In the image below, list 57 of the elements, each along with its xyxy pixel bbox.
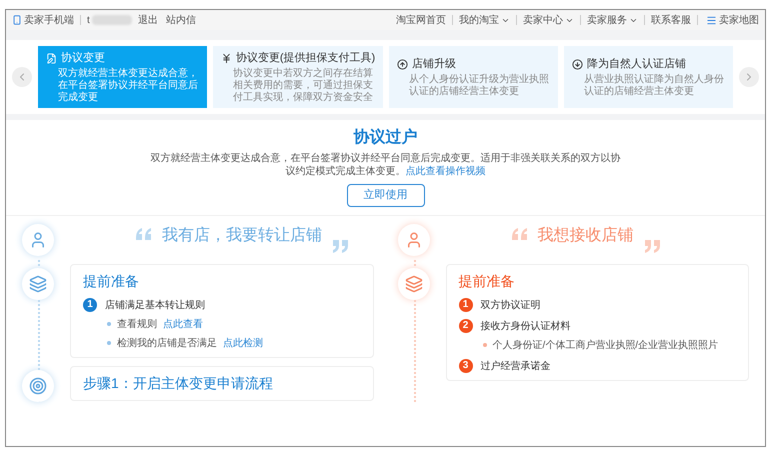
user-icon: [22, 224, 54, 256]
step-title: 提前准备: [458, 272, 516, 290]
phone-icon: [12, 15, 22, 25]
username: t: [87, 14, 90, 28]
option-description: 协议变更中若双方之间存在结算相关费用的需要，可通过担保支付工具实现，保障双方资金安全: [232, 68, 374, 104]
column-quote: 我想接收店铺: [538, 226, 634, 246]
user-icon: [398, 224, 430, 256]
hero-title: 协议过户: [354, 127, 418, 148]
nav-link[interactable]: 卖家中心: [517, 12, 580, 28]
option-icon: [397, 58, 408, 70]
layers-icon: [398, 268, 430, 300]
option-description: 双方就经营主体变更达成合意，在平台签署协议并经平台同意后完成变更: [57, 68, 199, 104]
requirement-text: 个人身份证/个体工商户营业执照/企业营业执照照片: [492, 338, 718, 352]
requirement-text: 店铺满足基本转让规则: [105, 298, 205, 312]
option-description: 从营业执照认证降为自然人身份认证的店铺经营主体变更: [583, 74, 725, 98]
option-card[interactable]: 降为自然人认证店铺 从营业执照认证降为自然人身份认证的店铺经营主体变更: [564, 46, 733, 108]
option-card[interactable]: 协议变更(提供担保支付工具) 协议变更中若双方之间存在结算相关费用的需要，可通过担保支付工具实现，保障双方资金安全: [212, 46, 384, 108]
nav-link[interactable]: 联系客服: [645, 12, 697, 28]
hero-description: 双方就经营主体变更达成合意，在平台签署协议并经平台同意后完成变更。适用于非强关联关系的双方以协议约定模式完成主体变更。点此查看操作视频: [150, 152, 620, 178]
site-map-link[interactable]: 卖家地图: [698, 12, 759, 28]
option-title: 降为自然人认证店铺: [587, 56, 686, 72]
use-now-button[interactable]: 立即使用: [346, 184, 424, 206]
step-number: 1: [458, 298, 472, 312]
layers-icon: [22, 268, 54, 300]
nav-link[interactable]: 淘宝网首页: [390, 12, 452, 28]
messages-link[interactable]: 站内信: [166, 12, 196, 28]
target-icon: [22, 370, 54, 402]
previous-button[interactable]: [12, 67, 32, 87]
option-title: 店铺升级: [412, 56, 456, 72]
option-icon: [572, 58, 584, 70]
column-quote: 我有店，我要转让店铺: [162, 226, 322, 246]
step-number: 3: [458, 359, 472, 373]
step-title: 步骤1：开启主体变更申请流程: [83, 374, 274, 392]
option-title: 协议变更(提供担保支付工具): [236, 50, 376, 66]
step-title: 提前准备: [83, 272, 140, 290]
menu-icon: [706, 14, 717, 26]
requirement-text: 过户经营承诺金: [480, 360, 550, 374]
logout-link[interactable]: 退出: [138, 12, 158, 28]
requirement-text: 检测我的店铺是否满足: [117, 336, 217, 350]
video-link[interactable]: 点此查看操作视频: [406, 166, 486, 177]
step-number: 2: [458, 319, 472, 333]
redacted-username: [92, 15, 132, 25]
step-number: 1: [83, 298, 97, 312]
option-icon: [220, 52, 232, 64]
option-icon: [46, 52, 57, 64]
next-button[interactable]: [739, 67, 759, 87]
mobile-link[interactable]: 卖家手机端: [12, 12, 74, 28]
option-description: 从个人身份认证升级为营业执照认证的店铺经营主体变更: [408, 74, 550, 98]
requirement-link[interactable]: 点此查看: [163, 316, 203, 332]
requirement-text: 查看规则: [117, 318, 157, 332]
requirement-link[interactable]: 点此检测: [223, 336, 263, 350]
requirement-text: 双方协议证明: [480, 298, 540, 312]
nav-link[interactable]: 卖家服务: [581, 12, 644, 28]
nav-link[interactable]: 我的淘宝: [453, 12, 516, 28]
option-card[interactable]: 店铺升级 从个人身份认证升级为营业执照认证的店铺经营主体变更: [389, 46, 558, 108]
requirement-text: 接收方身份认证材料: [480, 320, 570, 334]
option-title: 协议变更: [61, 50, 105, 66]
